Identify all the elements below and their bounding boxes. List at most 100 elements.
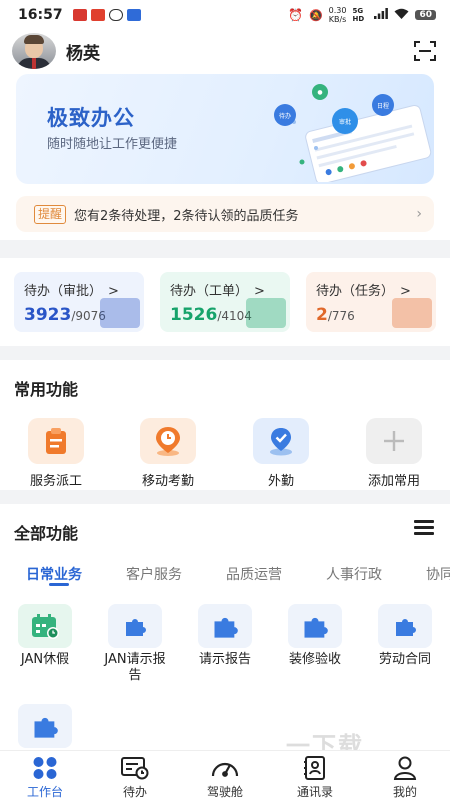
todo-card-count: 2	[316, 305, 328, 325]
section-title: 常用功能	[14, 380, 79, 399]
app-more[interactable]	[0, 704, 90, 748]
app-jan-leave[interactable]: JAN休假	[0, 604, 90, 668]
username: 杨英	[66, 44, 100, 64]
network-speed: 0.30 KB/s	[328, 6, 347, 24]
todo-card-approval[interactable]: 待办（审批） > 3923/9076	[14, 272, 144, 332]
puzzle-icon	[378, 604, 432, 648]
clipboard-icon	[28, 418, 84, 464]
tab-collaboration[interactable]: 协同	[426, 564, 450, 584]
network-type: 5G HD	[352, 7, 365, 23]
alarm-icon: ⏰	[288, 8, 303, 22]
function-mobile-attendance[interactable]: 移动考勤	[118, 418, 218, 489]
signal-icon	[374, 8, 389, 22]
header-section: 杨英 极致办公 随时随地让工作更便捷 待办 ● 审批 日程 提醒 您有2条待处理…	[0, 30, 450, 240]
reminder-tag: 提醒	[34, 204, 67, 224]
nav-mine[interactable]: 我的	[360, 755, 450, 800]
notification-news-icon	[90, 9, 105, 21]
card-decoration-icon	[100, 298, 140, 328]
nav-contacts[interactable]: 通讯录	[270, 755, 360, 800]
bubble-schedule: 日程	[372, 94, 394, 116]
contacts-icon	[300, 755, 330, 781]
nav-label: 待办	[122, 785, 147, 799]
todo-section: 待办（审批） > 3923/9076 待办（工单） > 1526/4104 待办（任…	[0, 258, 450, 346]
app-label: JAN请示报告	[104, 652, 166, 683]
section-title: 全部功能	[14, 524, 79, 543]
nav-todo[interactable]: 待办	[90, 755, 180, 800]
app-label: JAN休假	[20, 652, 70, 667]
chevron-right-icon: ›	[416, 206, 422, 222]
status-time: 16:57	[18, 7, 63, 23]
todo-card-task[interactable]: 待办（任务） > 2/776	[306, 272, 436, 332]
grid-icon	[30, 755, 60, 781]
mute-icon: 🔕	[308, 8, 323, 22]
banner-subtitle: 随时随地让工作更便捷	[47, 137, 178, 152]
tab-hr-admin[interactable]: 人事行政	[326, 564, 382, 584]
function-label: 移动考勤	[141, 474, 194, 489]
app-label: 劳动合同	[378, 652, 431, 667]
plus-icon	[366, 418, 422, 464]
todo-card-workorder[interactable]: 待办（工单） > 1526/4104	[160, 272, 290, 332]
puzzle-icon	[108, 604, 162, 648]
todo-card-label: 待办（审批）	[24, 284, 103, 299]
function-label: 外勤	[267, 474, 294, 489]
todo-card-count: 3923	[24, 305, 72, 325]
promo-banner[interactable]: 极致办公 随时随地让工作更便捷 待办 ● 审批 日程	[16, 74, 434, 184]
location-clock-icon	[140, 418, 196, 464]
common-functions-section: 常用功能 服务派工 移动考勤 外勤 添加常用	[0, 360, 450, 490]
notification-link-icon	[108, 9, 123, 21]
todo-card-count: 1526	[170, 305, 218, 325]
chevron-right-icon: >	[254, 284, 265, 299]
todo-icon	[120, 755, 150, 781]
app-jan-request-report[interactable]: JAN请示报告	[90, 604, 180, 684]
function-label: 服务派工	[29, 474, 82, 489]
app-label: 请示报告	[198, 652, 251, 667]
scan-icon[interactable]	[414, 40, 436, 62]
puzzle-icon	[288, 604, 342, 648]
todo-card-label: 待办（任务）	[316, 284, 395, 299]
calendar-icon	[18, 604, 72, 648]
puzzle-icon	[18, 704, 72, 748]
location-pin-icon	[253, 418, 309, 464]
nav-cockpit[interactable]: 驾驶舱	[180, 755, 270, 800]
status-bar: 16:57 ⏰ 🔕 0.30 KB/s 5G HD 60	[0, 0, 450, 30]
function-field-work[interactable]: 外勤	[231, 418, 331, 489]
card-decoration-icon	[246, 298, 286, 328]
todo-card-label: 待办（工单）	[170, 284, 249, 299]
nav-workbench[interactable]: 工作台	[0, 755, 90, 800]
app-request-report[interactable]: 请示报告	[180, 604, 270, 668]
todo-card-total: /776	[327, 309, 355, 323]
tab-quality-operations[interactable]: 品质运营	[226, 564, 282, 584]
battery-indicator: 60	[415, 10, 436, 20]
app-renovation-acceptance[interactable]: 装修验收	[270, 604, 360, 668]
user-icon	[390, 755, 420, 781]
function-service-dispatch[interactable]: 服务派工	[6, 418, 106, 489]
chevron-right-icon: >	[108, 284, 119, 299]
bubble-chat: ●	[312, 84, 328, 100]
bubble-approval: 审批	[332, 108, 358, 134]
chevron-right-icon: >	[400, 284, 411, 299]
avatar[interactable]	[12, 33, 56, 69]
function-label: 添加常用	[367, 474, 420, 489]
speedometer-icon	[210, 755, 240, 781]
active-tab-indicator	[49, 583, 69, 586]
nav-label: 我的	[392, 785, 417, 799]
function-add-favorite[interactable]: 添加常用	[344, 418, 444, 489]
banner-title: 极致办公	[47, 106, 135, 130]
app-label: 装修验收	[288, 652, 341, 667]
tab-daily-business[interactable]: 日常业务	[26, 564, 82, 584]
tab-customer-service[interactable]: 客户服务	[126, 564, 182, 584]
card-decoration-icon	[392, 298, 432, 328]
nav-label: 驾驶舱	[206, 785, 243, 799]
app-labor-contract[interactable]: 劳动合同	[360, 604, 450, 668]
reminder-bar[interactable]: 提醒 您有2条待处理，2条待认领的品质任务 ›	[16, 196, 434, 232]
puzzle-icon	[198, 604, 252, 648]
notification-app-icon	[72, 9, 87, 21]
nav-label: 工作台	[26, 785, 63, 799]
menu-icon[interactable]	[414, 520, 434, 535]
notification-mail-icon	[126, 9, 141, 21]
bubble-todo: 待办	[274, 104, 296, 126]
bottom-navigation: 工作台 待办 驾驶舱 通讯录 我的	[0, 750, 450, 800]
nav-label: 通讯录	[296, 785, 333, 799]
wifi-icon	[394, 8, 409, 22]
reminder-text: 您有2条待处理，2条待认领的品质任务	[74, 208, 299, 224]
